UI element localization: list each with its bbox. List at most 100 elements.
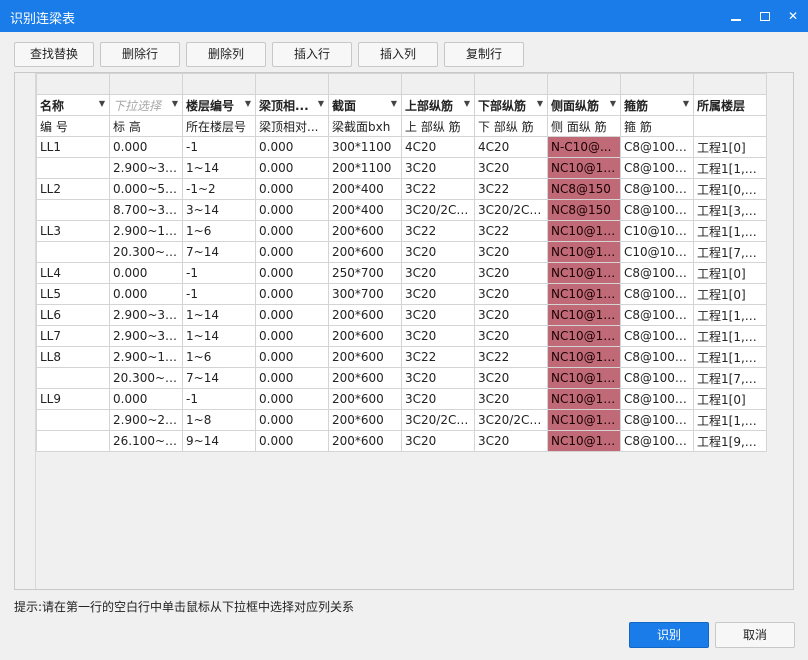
- source-header-cell[interactable]: 所在楼层号: [182, 115, 256, 137]
- table-cell[interactable]: 工程1[1,2,...: [693, 304, 767, 326]
- table-cell[interactable]: [36, 409, 110, 431]
- copy-row-button[interactable]: 复制行: [444, 42, 524, 67]
- dropdown-arrow-icon[interactable]: ▼: [464, 99, 470, 108]
- table-cell[interactable]: 1~6: [182, 346, 256, 368]
- table-row[interactable]: 2.900~37... 1~14 0.000 200*1100 3C20 3C20 NC10…: [36, 157, 767, 179]
- table-cell[interactable]: C8@100(2): [620, 325, 694, 347]
- source-header-cell[interactable]: 侧 面纵 筋: [547, 115, 621, 137]
- table-row[interactable]: LL4 0.000 -1 0.000 250*700 3C20 3C20 NC10@150 C8…: [36, 262, 767, 284]
- table-cell[interactable]: 4C20: [401, 136, 475, 158]
- table-cell[interactable]: LL7: [36, 325, 110, 347]
- table-cell[interactable]: LL1: [36, 136, 110, 158]
- table-cell[interactable]: NC10@150: [547, 304, 621, 326]
- table-cell[interactable]: 工程1[1,2,...: [693, 409, 767, 431]
- column-mapping-dropdown[interactable]: 梁顶相... ▼: [255, 94, 329, 116]
- insert-row-button[interactable]: 插入行: [272, 42, 352, 67]
- table-cell[interactable]: 3~14: [182, 199, 256, 221]
- dropdown-arrow-icon[interactable]: ▼: [610, 99, 616, 108]
- table-row[interactable]: LL3 2.900~17... 1~6 0.000 200*600 3C22 3C22 NC1…: [36, 220, 767, 242]
- maximize-button[interactable]: [754, 5, 776, 27]
- table-cell[interactable]: 0.000: [109, 388, 183, 410]
- table-cell[interactable]: 3C22: [401, 178, 475, 200]
- table-cell[interactable]: 工程1[0]: [693, 283, 767, 305]
- delete-row-button[interactable]: 删除行: [100, 42, 180, 67]
- table-cell[interactable]: NC10@150: [547, 283, 621, 305]
- dropdown-arrow-icon[interactable]: ▼: [318, 99, 324, 108]
- table-cell[interactable]: C8@100(2): [620, 388, 694, 410]
- table-cell[interactable]: 3C20: [474, 430, 548, 452]
- cancel-button[interactable]: 取消: [715, 622, 795, 648]
- table-cell[interactable]: LL8: [36, 346, 110, 368]
- data-grid[interactable]: 名称 ▼ 下拉选择 ▼ 楼层编号 ▼ 梁顶相... ▼ 截面 ▼ 上部纵筋 ▼ 下部纵筋 ▼ 侧面纵筋 ▼ 箍筋…: [14, 72, 794, 590]
- table-cell[interactable]: LL6: [36, 304, 110, 326]
- blank-cell[interactable]: [328, 73, 402, 95]
- table-cell[interactable]: 200*600: [328, 367, 402, 389]
- table-cell[interactable]: NC10@150: [547, 325, 621, 347]
- table-cell[interactable]: NC10@150: [547, 262, 621, 284]
- table-cell[interactable]: 3C20: [474, 262, 548, 284]
- table-cell[interactable]: 2.900~17...: [109, 346, 183, 368]
- table-cell[interactable]: 1~8: [182, 409, 256, 431]
- table-cell[interactable]: 7~14: [182, 367, 256, 389]
- table-cell[interactable]: C8@100(2): [620, 178, 694, 200]
- table-cell[interactable]: 1~6: [182, 220, 256, 242]
- table-cell[interactable]: [36, 157, 110, 179]
- table-cell[interactable]: 3C20: [474, 325, 548, 347]
- table-cell[interactable]: 1~14: [182, 304, 256, 326]
- blank-cell[interactable]: [693, 73, 767, 95]
- table-cell[interactable]: 0.000: [255, 220, 329, 242]
- blank-cell[interactable]: [401, 73, 475, 95]
- table-cell[interactable]: 20.300~3...: [109, 367, 183, 389]
- table-cell[interactable]: NC8@150: [547, 178, 621, 200]
- table-cell[interactable]: 3C20: [401, 430, 475, 452]
- table-cell[interactable]: 200*600: [328, 325, 402, 347]
- table-cell[interactable]: 2.900~37...: [109, 304, 183, 326]
- row-header-column[interactable]: [15, 73, 36, 589]
- table-cell[interactable]: [36, 241, 110, 263]
- find-replace-button[interactable]: 查找替换: [14, 42, 94, 67]
- table-cell[interactable]: 3C20/2C16: [401, 199, 475, 221]
- table-cell[interactable]: 3C20: [401, 262, 475, 284]
- table-cell[interactable]: 3C20: [474, 157, 548, 179]
- table-cell[interactable]: 工程1[0]: [693, 136, 767, 158]
- table-cell[interactable]: C8@100(2): [620, 367, 694, 389]
- table-row[interactable]: 2.900~23... 1~8 0.000 200*600 3C20/2C16 3C20/…: [36, 409, 767, 431]
- table-cell[interactable]: 3C20: [474, 283, 548, 305]
- table-cell[interactable]: 3C20: [401, 367, 475, 389]
- table-cell[interactable]: 0.000: [255, 325, 329, 347]
- table-cell[interactable]: C8@100(2): [620, 136, 694, 158]
- table-cell[interactable]: 3C20: [401, 241, 475, 263]
- table-cell[interactable]: 3C22: [474, 220, 548, 242]
- table-row[interactable]: LL7 2.900~37... 1~14 0.000 200*600 3C20 3C20 NC…: [36, 325, 767, 347]
- column-mapping-dropdown[interactable]: 箍筋 ▼: [620, 94, 694, 116]
- column-mapping-dropdown[interactable]: 所属楼层: [693, 94, 767, 116]
- table-cell[interactable]: LL4: [36, 262, 110, 284]
- table-cell[interactable]: C8@100(2): [620, 262, 694, 284]
- table-cell[interactable]: -1: [182, 388, 256, 410]
- table-row[interactable]: 8.700~37... 3~14 0.000 200*400 3C20/2C16 3C20…: [36, 199, 767, 221]
- source-header-cell[interactable]: 箍 筋: [620, 115, 694, 137]
- table-cell[interactable]: 200*600: [328, 346, 402, 368]
- table-cell[interactable]: -1: [182, 136, 256, 158]
- table-cell[interactable]: 200*600: [328, 430, 402, 452]
- table-cell[interactable]: NC10@150: [547, 409, 621, 431]
- table-cell[interactable]: 0.000: [109, 136, 183, 158]
- table-cell[interactable]: 0.000: [255, 388, 329, 410]
- table-cell[interactable]: 工程1[7,8,...: [693, 367, 767, 389]
- table-cell[interactable]: C8@100(2): [620, 304, 694, 326]
- table-cell[interactable]: 9~14: [182, 430, 256, 452]
- table-cell[interactable]: C10@100...: [620, 220, 694, 242]
- table-cell[interactable]: 7~14: [182, 241, 256, 263]
- source-header-cell[interactable]: 标 高: [109, 115, 183, 137]
- table-cell[interactable]: C8@100(2): [620, 199, 694, 221]
- column-mapping-dropdown[interactable]: 下拉选择 ▼: [109, 94, 183, 116]
- table-cell[interactable]: [36, 430, 110, 452]
- table-cell[interactable]: 0.000: [255, 136, 329, 158]
- table-cell[interactable]: 0.000: [109, 283, 183, 305]
- table-cell[interactable]: 0.000: [255, 409, 329, 431]
- table-cell[interactable]: 200*600: [328, 241, 402, 263]
- table-cell[interactable]: 26.100~3...: [109, 430, 183, 452]
- table-cell[interactable]: LL5: [36, 283, 110, 305]
- table-cell[interactable]: 0.000: [255, 346, 329, 368]
- column-mapping-dropdown[interactable]: 名称 ▼: [36, 94, 110, 116]
